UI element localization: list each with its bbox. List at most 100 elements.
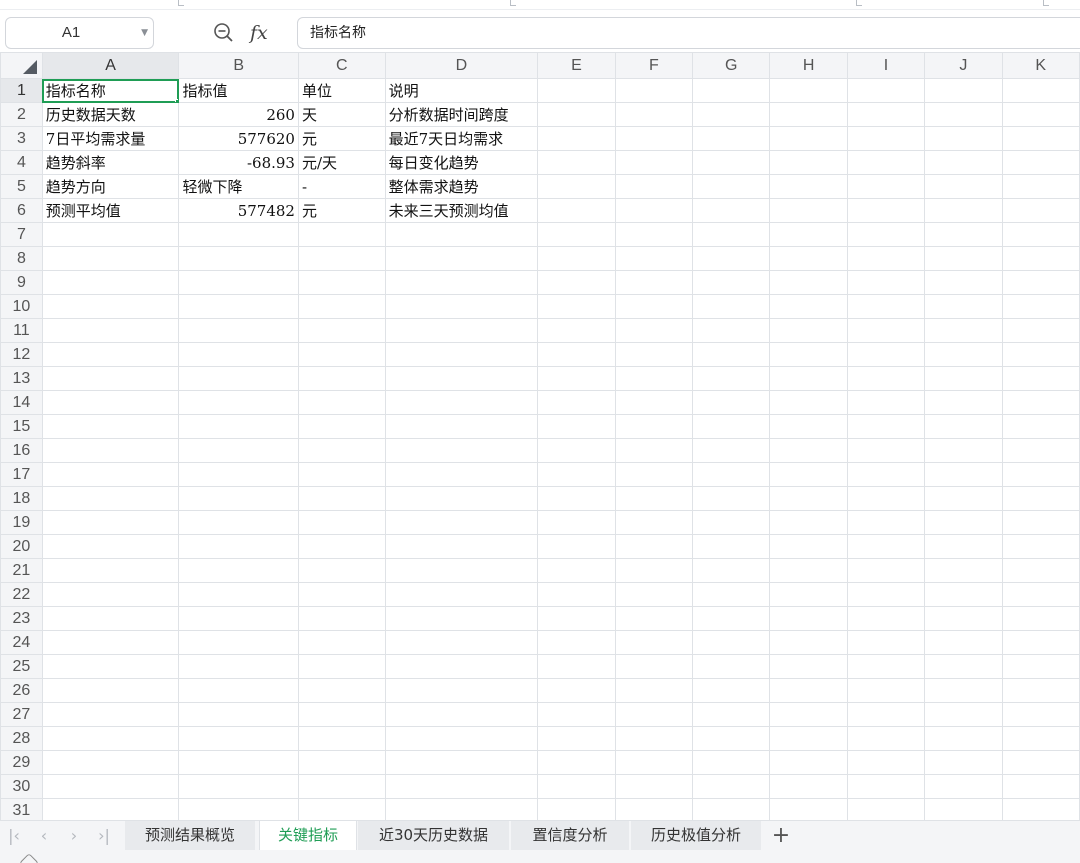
row-header[interactable]: 8	[0, 246, 43, 271]
cell-i7[interactable]	[846, 222, 926, 247]
row-header[interactable]: 26	[0, 678, 43, 703]
cell-i5[interactable]	[846, 174, 926, 199]
cell-d22[interactable]	[384, 582, 539, 607]
cell-f1[interactable]	[614, 78, 694, 103]
cell-k31[interactable]	[1001, 798, 1080, 820]
cell-g3[interactable]	[692, 126, 771, 151]
cell-k2[interactable]	[1001, 102, 1080, 127]
cell-i14[interactable]	[846, 390, 926, 415]
cell-d2[interactable]: 分析数据时间跨度	[384, 102, 539, 127]
cell-b5[interactable]: 轻微下降	[178, 174, 299, 199]
cell-b10[interactable]	[178, 294, 299, 319]
cell-h2[interactable]	[769, 102, 848, 127]
cell-f18[interactable]	[614, 486, 694, 511]
row-header[interactable]: 13	[0, 366, 43, 391]
sheet-tab[interactable]: 近30天历史数据	[358, 821, 510, 851]
cell-j6[interactable]	[924, 198, 1003, 223]
cell-a24[interactable]	[41, 630, 180, 655]
cell-i15[interactable]	[846, 414, 926, 439]
row-header[interactable]: 30	[0, 774, 43, 799]
cell-e10[interactable]	[537, 294, 616, 319]
cell-d15[interactable]	[384, 414, 539, 439]
cell-i22[interactable]	[846, 582, 926, 607]
cell-f24[interactable]	[614, 630, 694, 655]
cell-c2[interactable]: 天	[297, 102, 386, 127]
cell-h3[interactable]	[769, 126, 848, 151]
cell-d16[interactable]	[384, 438, 539, 463]
cell-a25[interactable]	[41, 654, 180, 679]
cell-e11[interactable]	[537, 318, 616, 343]
cell-j4[interactable]	[924, 150, 1003, 175]
cell-b9[interactable]	[178, 270, 299, 295]
cell-d29[interactable]	[384, 750, 539, 775]
cell-i19[interactable]	[846, 510, 926, 535]
row-header[interactable]: 11	[0, 318, 43, 343]
cell-b29[interactable]	[178, 750, 299, 775]
cell-i3[interactable]	[846, 126, 926, 151]
cell-h27[interactable]	[769, 702, 848, 727]
cell-i20[interactable]	[846, 534, 926, 559]
cell-c22[interactable]	[297, 582, 386, 607]
cell-d4[interactable]: 每日变化趋势	[384, 150, 539, 175]
cell-k19[interactable]	[1001, 510, 1080, 535]
cell-e3[interactable]	[537, 126, 616, 151]
sheet-tab[interactable]: 关键指标	[259, 821, 357, 851]
cell-i18[interactable]	[846, 486, 926, 511]
cell-g2[interactable]	[692, 102, 771, 127]
cell-k4[interactable]	[1001, 150, 1080, 175]
cell-d6[interactable]: 未来三天预测均值	[384, 198, 539, 223]
cell-j25[interactable]	[924, 654, 1003, 679]
cell-e12[interactable]	[537, 342, 616, 367]
cell-e16[interactable]	[537, 438, 616, 463]
cell-i11[interactable]	[846, 318, 926, 343]
cell-e31[interactable]	[537, 798, 616, 820]
cell-g9[interactable]	[692, 270, 771, 295]
cell-j16[interactable]	[924, 438, 1003, 463]
cell-j31[interactable]	[924, 798, 1003, 820]
cell-j26[interactable]	[924, 678, 1003, 703]
cell-f26[interactable]	[614, 678, 694, 703]
cell-h4[interactable]	[769, 150, 848, 175]
cell-j19[interactable]	[924, 510, 1003, 535]
cell-c12[interactable]	[297, 342, 386, 367]
cell-h13[interactable]	[769, 366, 848, 391]
row-header[interactable]: 1	[0, 78, 43, 103]
cell-a26[interactable]	[41, 678, 180, 703]
cell-b11[interactable]	[178, 318, 299, 343]
cell-j27[interactable]	[924, 702, 1003, 727]
cell-j12[interactable]	[924, 342, 1003, 367]
cell-b19[interactable]	[178, 510, 299, 535]
column-header-g[interactable]: G	[692, 52, 771, 79]
cell-j7[interactable]	[924, 222, 1003, 247]
cell-i13[interactable]	[846, 366, 926, 391]
cell-k24[interactable]	[1001, 630, 1080, 655]
row-header[interactable]: 3	[0, 126, 43, 151]
cell-b26[interactable]	[178, 678, 299, 703]
select-all-icon[interactable]	[22, 60, 37, 74]
cell-a18[interactable]	[41, 486, 180, 511]
next-sheet-icon[interactable]: ›	[62, 821, 86, 851]
row-header[interactable]: 4	[0, 150, 43, 175]
cell-d9[interactable]	[384, 270, 539, 295]
cell-e8[interactable]	[537, 246, 616, 271]
cell-j29[interactable]	[924, 750, 1003, 775]
cell-d11[interactable]	[384, 318, 539, 343]
cell-j28[interactable]	[924, 726, 1003, 751]
cell-k18[interactable]	[1001, 486, 1080, 511]
cell-g10[interactable]	[692, 294, 771, 319]
cell-a12[interactable]	[41, 342, 180, 367]
cell-b31[interactable]	[178, 798, 299, 820]
cell-c15[interactable]	[297, 414, 386, 439]
cell-g20[interactable]	[692, 534, 771, 559]
cell-d25[interactable]	[384, 654, 539, 679]
cell-d19[interactable]	[384, 510, 539, 535]
cell-c18[interactable]	[297, 486, 386, 511]
cell-d28[interactable]	[384, 726, 539, 751]
cell-i17[interactable]	[846, 462, 926, 487]
cell-grid[interactable]: ABCDEFGHIJK 1 指标名称 指标值 单位 说明 2 历史数据天数 260 天分析数据时…	[0, 52, 1080, 820]
cell-h10[interactable]	[769, 294, 848, 319]
cell-d26[interactable]	[384, 678, 539, 703]
formula-input[interactable]: 指标名称	[297, 17, 1080, 49]
row-header[interactable]: 24	[0, 630, 43, 655]
cell-k21[interactable]	[1001, 558, 1080, 583]
